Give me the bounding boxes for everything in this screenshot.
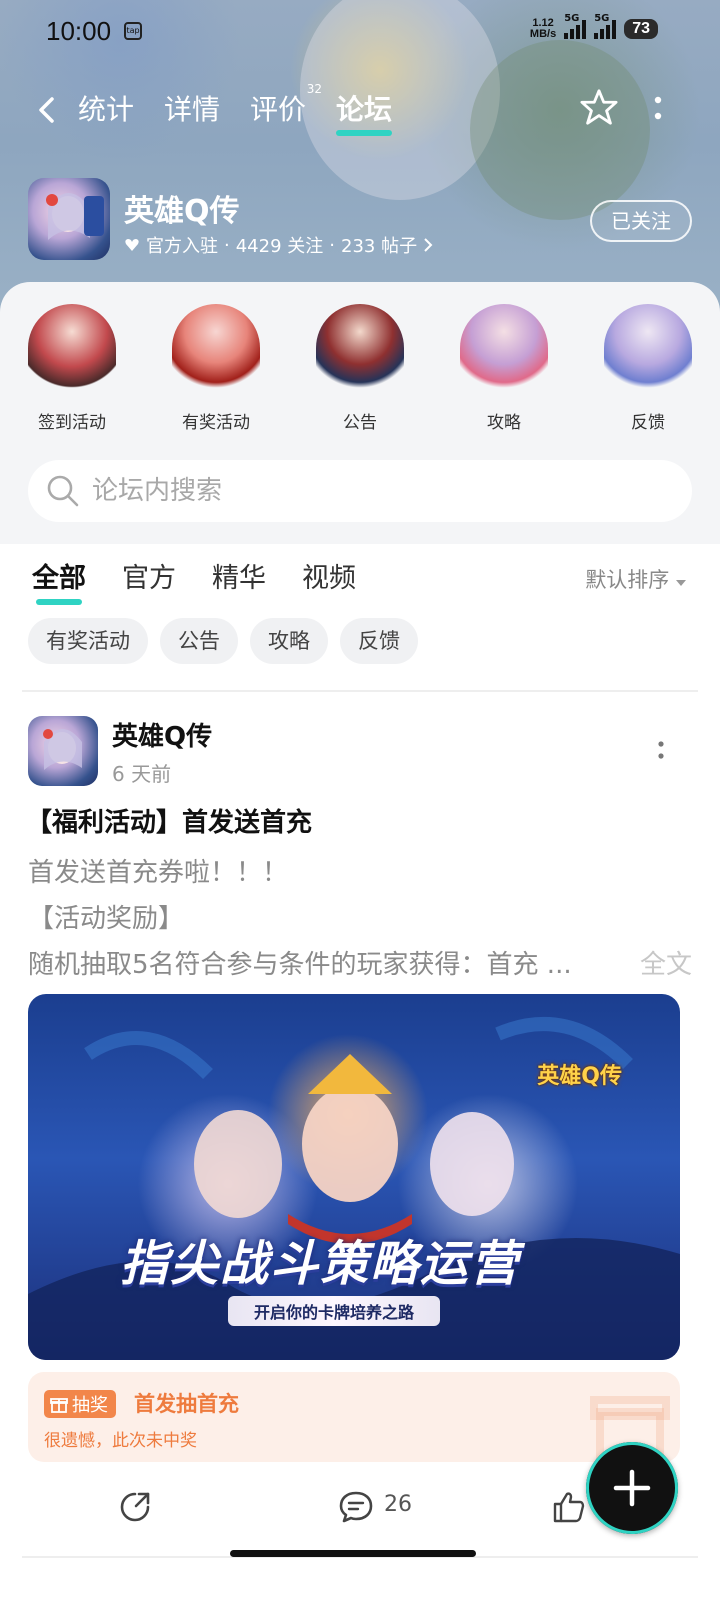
shortcut-feedback[interactable]: 反馈 (576, 304, 720, 433)
review-count-badge: 32 (306, 82, 323, 96)
game-logo-text: 英雄Q传 (537, 1064, 622, 1089)
shortcut-rewards-label: 有奖活动 (182, 413, 250, 433)
forum-panel: 签到活动 有奖活动 公告 攻略 反馈 (0, 282, 720, 544)
tab-reviews[interactable]: 评价 32 (250, 82, 322, 138)
chip-feedback[interactable]: 反馈 (340, 618, 418, 664)
full-text-link[interactable]: 全文 (640, 942, 692, 988)
banner-subline: 开启你的卡牌培养之路 (228, 1296, 441, 1326)
chevron-right-icon (424, 238, 433, 252)
game-info: 英雄Q传 官方入驻 · 4429 关注 · 233 帖子 已关注 (28, 178, 692, 264)
post-title[interactable]: 【福利活动】首发送首充 (26, 802, 312, 839)
plus-icon (613, 1469, 651, 1507)
shortcut-guide[interactable]: 攻略 (432, 304, 576, 433)
rewards-character-icon (172, 304, 260, 396)
network-speed-unit: MB/s (529, 28, 557, 40)
post-body-line: 【活动奖励】 (28, 904, 185, 934)
game-name: 英雄Q传 (124, 194, 240, 229)
tab-details-label: 详情 (164, 93, 221, 126)
shortcut-checkin-label: 签到活动 (38, 413, 106, 433)
post-timestamp: 6 天前 (112, 762, 172, 786)
post-author-avatar[interactable] (28, 716, 98, 786)
signal-label: 5G (564, 13, 580, 24)
more-options-icon[interactable] (652, 94, 664, 124)
shortcut-announcement-label: 公告 (343, 413, 377, 433)
category-chips: 有奖活动 公告 攻略 反馈 (28, 618, 418, 664)
comment-count: 26 (384, 1492, 412, 1517)
lottery-title: 首发抽首充 (134, 1392, 239, 1416)
feedback-character-icon (604, 304, 692, 396)
shortcut-row: 签到活动 有奖活动 公告 攻略 反馈 (0, 304, 720, 433)
search-icon (47, 475, 79, 507)
signal-label-2: 5G (594, 13, 610, 24)
game-header-banner: 10:00 tap 1.12 MB/s 5G 5G 73 统计 详情 评价 32… (0, 0, 720, 320)
signal-icon: 5G (564, 13, 587, 39)
post-banner-image[interactable]: 英雄Q传 指尖战斗策略运营 开启你的卡牌培养之路 (28, 994, 680, 1360)
post-body[interactable]: 首发送首充券啦！！！ 【活动奖励】 随机抽取5名符合参与条件的玩家获得：首充 .… (28, 850, 692, 988)
meta-separator-2: · (329, 234, 335, 256)
post-body-line: 首发送首充券啦！！！ (28, 858, 289, 888)
share-icon[interactable] (118, 1490, 152, 1524)
shortcut-feedback-label: 反馈 (631, 413, 665, 433)
checkin-character-icon (28, 304, 116, 396)
meta-separator: · (224, 234, 230, 256)
post-body-line-last: 随机抽取5名符合参与条件的玩家获得：首充 ... 全文 (28, 942, 692, 988)
following-button[interactable]: 已关注 (590, 200, 692, 242)
tab-forum[interactable]: 论坛 (336, 88, 393, 138)
comment-icon[interactable] (338, 1490, 374, 1524)
search-input[interactable] (92, 460, 652, 522)
chip-rewards[interactable]: 有奖活动 (28, 618, 148, 664)
lottery-tag-label: 抽奖 (72, 1395, 108, 1416)
post-body-line-text: 随机抽取5名符合参与条件的玩家获得：首充 ... (28, 950, 572, 980)
favorite-star-icon[interactable] (580, 88, 618, 126)
detail-tabs: 统计 详情 评价 32 论坛 (78, 82, 393, 138)
post-count: 233 帖子 (341, 236, 418, 257)
post-filter-tabs: 全部 官方 精华 视频 (32, 556, 356, 605)
shortcut-guide-label: 攻略 (487, 413, 521, 433)
tab-stats[interactable]: 统计 (78, 88, 134, 138)
shortcut-checkin[interactable]: 签到活动 (0, 304, 144, 433)
lottery-card[interactable]: 抽奖 首发抽首充 很遗憾，此次未中奖 (28, 1372, 680, 1462)
battery-icon: 73 (624, 19, 658, 39)
lottery-tag: 抽奖 (44, 1390, 116, 1418)
follower-count: 4429 关注 (235, 236, 324, 257)
tab-details[interactable]: 详情 (164, 88, 220, 138)
game-icon[interactable] (28, 178, 110, 260)
banner-headline: 指尖战斗策略运营 (120, 1236, 521, 1292)
divider (22, 690, 698, 692)
status-bar: 10:00 tap 1.12 MB/s 5G 5G 73 (0, 13, 720, 48)
thumbs-up-icon[interactable] (552, 1490, 586, 1524)
sort-dropdown[interactable]: 默认排序 (585, 564, 686, 594)
status-time: 10:00 (46, 16, 112, 46)
back-arrow-icon[interactable] (34, 96, 60, 124)
announcement-character-icon (316, 304, 404, 396)
post-more-icon[interactable] (656, 740, 666, 762)
sort-label: 默认排序 (585, 568, 670, 592)
filter-tab-official[interactable]: 官方 (122, 556, 176, 605)
filter-tab-all[interactable]: 全部 (32, 556, 86, 605)
tab-forum-label: 论坛 (336, 93, 393, 126)
lottery-result: 很遗憾，此次未中奖 (44, 1431, 197, 1451)
create-post-button[interactable] (586, 1442, 678, 1534)
shortcut-announcement[interactable]: 公告 (288, 304, 432, 433)
forum-search-bar[interactable] (28, 460, 692, 522)
chip-guide[interactable]: 攻略 (250, 618, 328, 664)
gift-icon (50, 1398, 68, 1413)
filter-tab-video[interactable]: 视频 (302, 556, 356, 605)
post-author-name[interactable]: 英雄Q传 (112, 716, 212, 753)
home-indicator[interactable] (230, 1550, 476, 1557)
caret-down-icon (676, 580, 686, 586)
chip-announcement[interactable]: 公告 (160, 618, 238, 664)
tab-stats-label: 统计 (78, 93, 135, 126)
signal-icon-2: 5G (594, 13, 617, 39)
network-speed: 1.12 MB/s (530, 18, 556, 40)
tab-reviews-label: 评价 (250, 93, 307, 126)
filter-tab-featured[interactable]: 精华 (212, 556, 266, 605)
tap-notification-icon: tap (124, 22, 142, 40)
official-heart-icon (125, 239, 139, 251)
game-meta[interactable]: 官方入驻 · 4429 关注 · 233 帖子 (124, 232, 433, 258)
guide-character-icon (460, 304, 548, 396)
shortcut-rewards[interactable]: 有奖活动 (144, 304, 288, 433)
top-navigation: 统计 详情 评价 32 论坛 (0, 82, 720, 136)
official-label: 官方入驻 (146, 236, 218, 257)
